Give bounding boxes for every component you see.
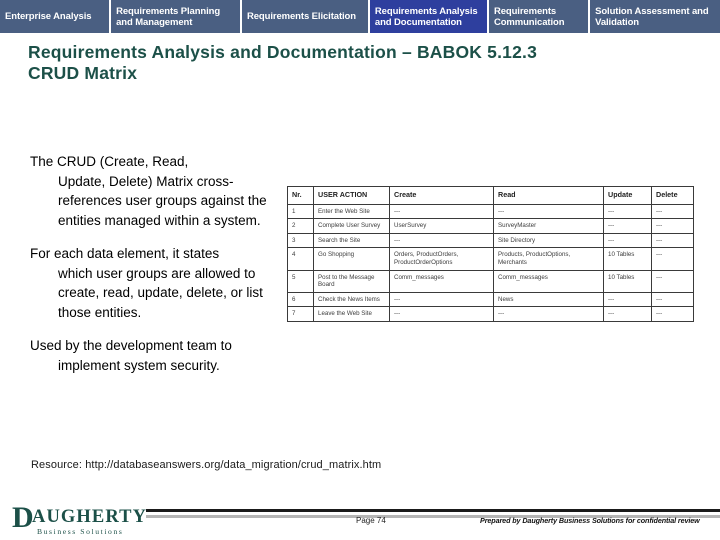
cell-read: Site Directory [493,232,604,249]
cell-create: UserSurvey [389,218,494,234]
resource-reference: Resource: http://databaseanswers.org/dat… [31,459,382,471]
body-paragraph: Used by the development team to implemen… [30,336,285,375]
nav-tab-enterprise-analysis[interactable]: Enterprise Analysis [0,0,110,33]
cell-user-action: Post to the Message Board [313,269,390,293]
cell-nr: 6 [287,291,314,308]
nav-tab-solution-assessment-and-validation[interactable]: Solution Assessment and Validation [590,0,720,33]
cell-create: --- [389,203,494,220]
daugherty-logo: D AUGHERTY Business Solutions [12,501,146,537]
cell-create: --- [389,306,494,322]
logo-initial-letter: D [12,501,34,534]
confidentiality-notice: Prepared by Daugherty Business Solutions… [480,516,700,525]
cell-user-action: Check the News Items [313,291,390,308]
logo-wordmark: AUGHERTY [32,507,148,527]
body-paragraph-continuation: which user groups are allowed to create,… [58,265,263,320]
nav-tab-requirements-communication[interactable]: Requirements Communication [488,0,589,33]
cell-update: --- [603,306,652,322]
cell-read: News [493,291,604,308]
table-row: 6 Check the News Items --- News --- --- [287,291,694,308]
table-row: 5 Post to the Message Board Comm_messages C… [287,269,694,293]
body-text-block: The CRUD (Create, Read, Update, Delete) … [30,152,285,389]
table-row: 7 Leave the Web Site --- --- --- --- [287,306,694,322]
cell-update: 10 Tables [603,247,652,271]
cell-update: --- [603,232,652,249]
cell-delete: --- [651,232,694,249]
cell-read: Comm_messages [493,269,604,293]
cell-delete: --- [651,218,694,234]
slide-title-line-1: Requirements Analysis and Documentation … [28,42,538,62]
cell-delete: --- [651,291,694,308]
cell-user-action: Complete User Survey [313,218,390,234]
body-paragraph-lead: The CRUD (Create, Read, [30,154,189,169]
table-row: 2 Complete User Survey UserSurvey SurveyMas… [287,218,694,234]
nav-tab-label: Requirements Elicitation [246,11,356,23]
body-paragraph-lead: For each data element, it states [30,246,220,261]
cell-update: --- [603,203,652,220]
column-header-update: Update [603,186,652,205]
nav-tab-label: Requirements Communication [493,5,565,29]
cell-user-action: Enter the Web Site [313,203,390,220]
body-paragraph-lead: Used by the development team to [30,338,232,353]
crud-matrix-table: Nr. USER ACTION Create Read Update Delet… [287,186,694,322]
column-header-nr: Nr. [287,186,314,205]
cell-delete: --- [651,306,694,322]
cell-nr: 1 [287,203,314,220]
body-paragraph-continuation: Update, Delete) Matrix cross-references … [58,173,267,228]
cell-create: Orders, ProductOrders, ProductOrderOptio… [389,247,494,271]
table-header-row: Nr. USER ACTION Create Read Update Delet… [287,186,694,205]
cell-nr: 7 [287,306,314,322]
column-header-user-action: USER ACTION [313,186,390,205]
cell-delete: --- [651,203,694,220]
slide-title-line-2: CRUD Matrix [28,63,138,83]
body-paragraph-continuation: implement system security. [58,357,220,373]
cell-update: 10 Tables [603,269,652,293]
cell-read: SurveyMaster [493,218,604,234]
slide-title: Requirements Analysis and Documentation … [28,42,698,84]
cell-create: Comm_messages [389,269,494,293]
cell-update: --- [603,291,652,308]
cell-read: Products, ProductOptions, Merchants [493,247,604,271]
table-row: 1 Enter the Web Site --- --- --- --- [287,203,694,220]
cell-create: --- [389,291,494,308]
cell-delete: --- [651,247,694,271]
nav-tab-label: Requirements Planning and Management [116,5,221,29]
cell-nr: 2 [287,218,314,234]
crud-matrix-image: Nr. USER ACTION Create Read Update Delet… [287,186,694,322]
column-header-create: Create [389,186,494,205]
nav-tab-requirements-elicitation[interactable]: Requirements Elicitation [241,0,368,33]
cell-read: --- [493,306,604,322]
cell-create: --- [389,232,494,249]
column-header-read: Read [493,186,604,205]
cell-nr: 5 [287,269,314,293]
process-nav-bar: Enterprise Analysis Requirements Plannin… [0,0,720,33]
cell-user-action: Leave the Web Site [313,306,390,322]
cell-update: --- [603,218,652,234]
cell-delete: --- [651,269,694,293]
column-header-delete: Delete [651,186,694,205]
cell-user-action: Go Shopping [313,247,390,271]
nav-tab-label: Enterprise Analysis [5,11,92,23]
cell-nr: 4 [287,247,314,271]
cell-read: --- [493,203,604,220]
logo-tagline: Business Solutions [37,527,124,536]
footer-rule-dark [146,509,720,512]
nav-tab-requirements-planning-and-management[interactable]: Requirements Planning and Management [111,0,240,33]
body-paragraph: The CRUD (Create, Read, Update, Delete) … [30,152,285,230]
nav-tab-label: Requirements Analysis and Documentation [374,5,478,29]
table-row: 3 Search the Site --- Site Directory --- --- [287,232,694,249]
crud-matrix-body: 1 Enter the Web Site --- --- --- --- 2 Complete… [287,203,694,322]
page-number: Page 74 [356,516,386,525]
nav-tab-requirements-analysis-and-documentation[interactable]: Requirements Analysis and Documentation [369,0,487,33]
table-row: 4 Go Shopping Orders, ProductOrders, Produ… [287,247,694,271]
cell-user-action: Search the Site [313,232,390,249]
nav-tab-label: Solution Assessment and Validation [595,5,709,29]
body-paragraph: For each data element, it states which u… [30,244,285,322]
cell-nr: 3 [287,232,314,249]
